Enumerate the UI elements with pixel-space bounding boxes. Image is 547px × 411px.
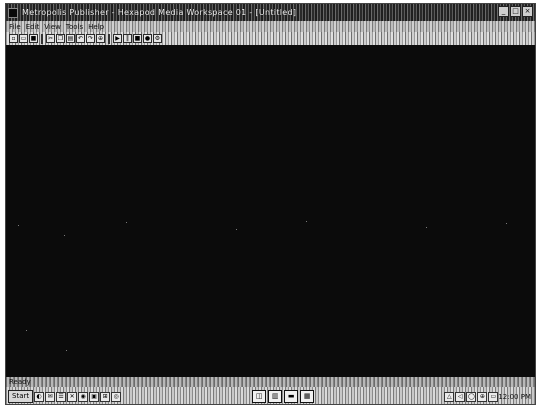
menu-file[interactable]: File — [9, 22, 21, 32]
close-button[interactable]: × — [522, 6, 533, 17]
tray-icon[interactable]: ◁ — [455, 391, 466, 402]
canvas-noise — [506, 223, 507, 224]
application-window: Metropolis Publisher - Hexapod Media Wor… — [5, 3, 536, 405]
quick-launch-icon[interactable]: ◎ — [111, 391, 122, 402]
maximize-button[interactable]: □ — [510, 6, 521, 17]
app-icon[interactable] — [8, 7, 18, 18]
quick-launch-icon[interactable]: ⊞ — [100, 391, 111, 402]
minimize-button[interactable]: _ — [498, 6, 509, 17]
taskbar-window-button[interactable]: ◫ — [252, 390, 267, 403]
tray-icon[interactable]: △ — [444, 391, 455, 402]
quick-launch-icon[interactable]: ☰ — [56, 391, 67, 402]
canvas-noise — [126, 222, 127, 223]
paste-icon[interactable]: ▤ — [66, 34, 75, 43]
menu-help[interactable]: Help — [88, 22, 104, 32]
taskbar-window-button[interactable]: ▥ — [268, 390, 283, 403]
start-button[interactable]: Start — [8, 390, 34, 403]
cut-icon[interactable]: ✂ — [46, 34, 55, 43]
settings-icon[interactable]: ⚙ — [153, 34, 162, 43]
quick-launch-icon[interactable]: ✕ — [67, 391, 78, 402]
canvas-noise — [426, 227, 427, 228]
toolbar-separator — [41, 33, 43, 44]
record-icon[interactable]: ● — [143, 34, 152, 43]
quick-launch-icon[interactable]: ◐ — [34, 391, 45, 402]
tray-icon[interactable]: ▭ — [488, 391, 499, 402]
canvas-noise — [26, 330, 27, 331]
menu-edit[interactable]: Edit — [26, 22, 40, 32]
undo-icon[interactable]: ↶ — [76, 34, 85, 43]
quick-launch-icon[interactable]: ✉ — [45, 391, 56, 402]
system-clock[interactable]: 12:00 PM — [498, 393, 531, 401]
status-text: Ready — [9, 378, 31, 386]
title-bar[interactable]: Metropolis Publisher - Hexapod Media Wor… — [6, 4, 535, 21]
play-icon[interactable]: ▶ — [113, 34, 122, 43]
open-icon[interactable]: ▭ — [19, 34, 28, 43]
zoom-icon[interactable]: ⊕ — [96, 34, 105, 43]
window-controls: _ □ × — [498, 6, 533, 17]
copy-icon[interactable]: ❐ — [56, 34, 65, 43]
taskbar-window-button[interactable]: ▦ — [300, 390, 315, 403]
toolbar: ▫ ▭ ■ ✂ ❐ ▤ ↶ ↷ ⊕ ▶ ‖ ■ ● ⚙ — [6, 32, 535, 45]
new-icon[interactable]: ▫ — [9, 34, 18, 43]
menu-bar: File Edit View Tools Help — [6, 21, 535, 32]
save-icon[interactable]: ■ — [29, 34, 38, 43]
toolbar-separator — [108, 33, 110, 44]
redo-icon[interactable]: ↷ — [86, 34, 95, 43]
canvas-noise — [64, 235, 65, 236]
stop-icon[interactable]: ■ — [133, 34, 142, 43]
canvas-noise — [236, 229, 237, 230]
status-bar: Ready — [6, 377, 535, 387]
quick-launch-icon[interactable]: ◉ — [78, 391, 89, 402]
quick-launch-icon[interactable]: ▣ — [89, 391, 100, 402]
canvas-noise — [18, 225, 19, 226]
pause-icon[interactable]: ‖ — [123, 34, 132, 43]
tray-icon[interactable]: ◯ — [466, 391, 477, 402]
tray-icon[interactable]: ⊕ — [477, 391, 488, 402]
menu-tools[interactable]: Tools — [66, 22, 83, 32]
taskbar-window-button[interactable]: ▬ — [284, 390, 299, 403]
menu-view[interactable]: View — [44, 22, 61, 32]
taskbar: Start ◐ ✉ ☰ ✕ ◉ ▣ ⊞ ◎ ◫ ▥ ▬ ▦ △ ◁ ◯ ⊕ ▭ … — [6, 387, 535, 404]
canvas-noise — [66, 350, 67, 351]
window-title: Metropolis Publisher - Hexapod Media Wor… — [22, 8, 297, 17]
canvas-noise — [306, 221, 307, 222]
workspace-canvas[interactable] — [6, 45, 535, 377]
